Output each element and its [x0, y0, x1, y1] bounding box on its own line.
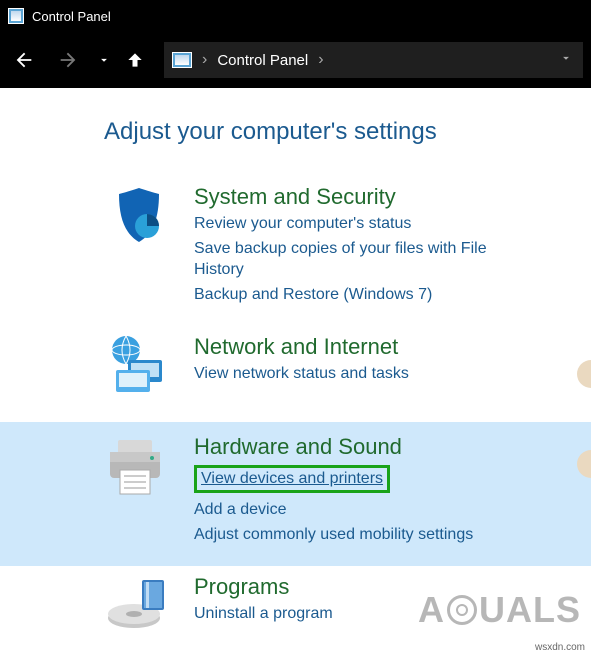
- control-panel-icon: [8, 8, 24, 24]
- link-review-status[interactable]: Review your computer's status: [194, 213, 524, 235]
- titlebar: Control Panel: [0, 0, 591, 32]
- chevron-right-icon: ›: [202, 51, 207, 69]
- source-label: wsxdn.com: [535, 642, 585, 653]
- category-title[interactable]: Hardware and Sound: [194, 434, 551, 460]
- category-title[interactable]: System and Security: [194, 184, 551, 210]
- programs-icon: [104, 574, 174, 644]
- chevron-right-icon: ›: [318, 51, 323, 69]
- category-network-internet: Network and Internet View network status…: [0, 326, 591, 422]
- watermark-text: UALS: [479, 589, 581, 631]
- watermark-logo: A UALS: [418, 589, 581, 631]
- breadcrumb[interactable]: Control Panel: [217, 52, 308, 69]
- back-button[interactable]: [4, 40, 44, 80]
- window-title: Control Panel: [32, 9, 111, 24]
- watermark-o-icon: [447, 595, 477, 625]
- link-add-device[interactable]: Add a device: [194, 499, 524, 521]
- forward-button[interactable]: [48, 40, 88, 80]
- page-title: Adjust your computer's settings: [0, 118, 591, 176]
- content-area: Adjust your computer's settings System a…: [0, 88, 591, 662]
- category-system-security: System and Security Review your computer…: [0, 176, 591, 326]
- nav-toolbar: › Control Panel ›: [0, 32, 591, 88]
- control-panel-icon: [172, 52, 192, 68]
- printer-icon: [104, 434, 174, 504]
- watermark-text: A: [418, 589, 445, 631]
- recent-locations-dropdown[interactable]: [92, 40, 116, 80]
- category-title[interactable]: Network and Internet: [194, 334, 551, 360]
- address-bar[interactable]: › Control Panel ›: [164, 42, 583, 78]
- up-button[interactable]: [120, 40, 150, 80]
- link-network-status[interactable]: View network status and tasks: [194, 363, 524, 385]
- link-file-history[interactable]: Save backup copies of your files with Fi…: [194, 238, 524, 281]
- network-icon: [104, 334, 174, 404]
- link-backup-restore[interactable]: Backup and Restore (Windows 7): [194, 284, 524, 306]
- shield-icon: [104, 184, 174, 254]
- address-dropdown[interactable]: [559, 51, 573, 70]
- link-view-devices-printers[interactable]: View devices and printers: [194, 465, 390, 493]
- link-mobility-settings[interactable]: Adjust commonly used mobility settings: [194, 524, 524, 546]
- category-hardware-sound: Hardware and Sound View devices and prin…: [0, 422, 591, 566]
